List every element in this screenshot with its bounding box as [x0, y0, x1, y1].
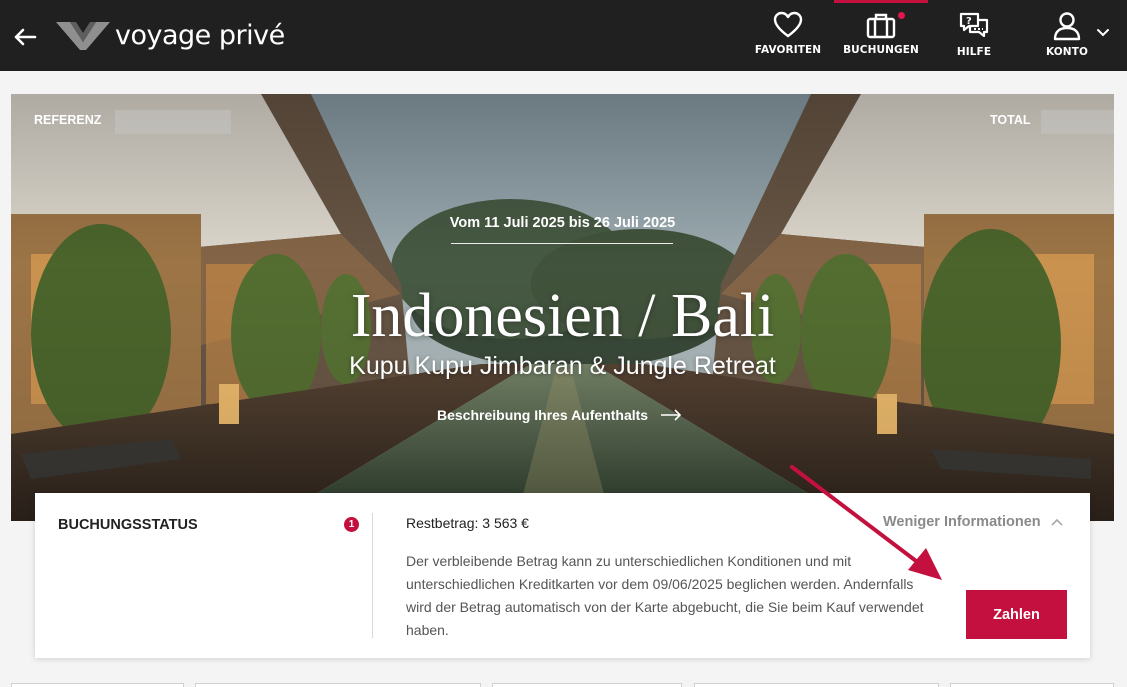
stay-description-link[interactable]: Beschreibung Ihres Aufenthalts [437, 407, 682, 423]
brand-name: voyage privé [115, 20, 285, 51]
arrow-right-icon [661, 409, 682, 421]
chevron-up-icon [1051, 518, 1063, 526]
notification-dot [898, 12, 905, 19]
reference-label: REFERENZ [34, 113, 102, 127]
bottom-cards-row [0, 683, 1127, 687]
bottom-card[interactable] [694, 683, 939, 687]
svg-text:?: ? [966, 16, 972, 27]
total-label: TOTAL [990, 113, 1031, 127]
nav-account-label: KONTO [1046, 46, 1088, 58]
bottom-card[interactable] [195, 683, 481, 687]
bottom-card[interactable] [11, 683, 184, 687]
payment-info-text: Der verbleibende Betrag kann zu untersch… [406, 553, 924, 638]
less-info-label: Weniger Informationen [883, 514, 1041, 530]
booking-status-card: BUCHUNGSSTATUS 1 Restbetrag: 3 563 € Der… [35, 493, 1090, 658]
stay-description-label: Beschreibung Ihres Aufenthalts [437, 407, 649, 423]
less-info-toggle[interactable]: Weniger Informationen [883, 514, 1064, 530]
nav-bookings-label: BUCHUNGEN [843, 44, 919, 56]
status-badge: 1 [344, 517, 359, 532]
total-value-redacted [1041, 110, 1114, 134]
nav-help-label: HILFE [956, 46, 992, 58]
hotel-name: Kupu Kupu Jimbaran & Jungle Retreat [349, 352, 776, 380]
bottom-card[interactable] [492, 683, 682, 687]
arrow-left-icon[interactable] [10, 22, 40, 52]
heart-icon [773, 11, 803, 38]
chevron-down-icon[interactable] [1095, 25, 1111, 41]
nav-bookings[interactable]: BUCHUNGEN [834, 0, 928, 71]
nav-help[interactable]: ? HILFE [945, 0, 1003, 71]
user-icon [1053, 12, 1081, 41]
destination-title: Indonesien / Bali [350, 282, 775, 350]
hero-banner: REFERENZ TOTAL Vom 11 Juli 2025 bis 26 J… [11, 94, 1114, 521]
brand-logo[interactable]: voyage privé [56, 18, 285, 54]
dates-divider [451, 243, 673, 244]
brand-logo-mark [56, 22, 110, 50]
bottom-card[interactable] [950, 683, 1114, 687]
suitcase-icon [866, 13, 896, 39]
top-navigation-bar: voyage privé FAVORITEN BUCHUNGEN ? HILFE… [0, 0, 1127, 71]
reference-value-redacted [115, 110, 231, 134]
booking-status-title: BUCHUNGSSTATUS [58, 517, 198, 533]
card-divider [372, 513, 373, 638]
pay-button[interactable]: Zahlen [966, 590, 1067, 639]
nav-active-indicator [834, 0, 928, 3]
nav-account[interactable]: KONTO [1040, 0, 1094, 71]
remaining-amount: Restbetrag: 3 563 € [406, 515, 529, 531]
nav-favorites-label: FAVORITEN [754, 44, 822, 56]
help-chat-icon: ? [959, 12, 989, 38]
nav-favorites[interactable]: FAVORITEN [755, 0, 821, 71]
stay-dates: Vom 11 Juli 2025 bis 26 Juli 2025 [449, 215, 676, 231]
